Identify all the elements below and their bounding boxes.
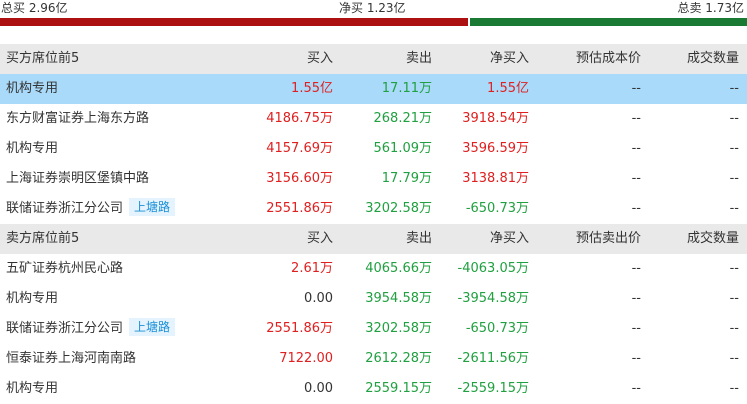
seat-name[interactable]: 机构专用: [6, 134, 58, 164]
seat-name[interactable]: 东方财富证券上海东方路: [6, 104, 149, 134]
buy-value: 2.61万: [291, 261, 333, 276]
summary-bar: 总买 2.96亿 净买 1.23亿 总卖 1.73亿: [0, 0, 747, 18]
volume-value: --: [729, 291, 739, 306]
table-row[interactable]: 东方财富证券上海东方路 4186.75万 268.21万 3918.54万 -- --: [0, 104, 747, 134]
header-buy: 买入: [306, 51, 333, 66]
buy-value: 3156.60万: [266, 171, 333, 186]
sell-value: 3202.58万: [365, 201, 432, 216]
table-row[interactable]: 机构专用 4157.69万 561.09万 3596.59万 -- --: [0, 134, 747, 164]
sell-value: 268.21万: [373, 111, 433, 126]
estimate-value: --: [631, 111, 641, 126]
buy-ratio-bar: [0, 18, 468, 26]
branch-tag: 上塘路: [129, 318, 176, 336]
total-sell-label: 总卖 1.73亿: [677, 1, 744, 15]
seat-name[interactable]: 恒泰证券上海河南南路: [6, 344, 136, 374]
sell-value: 3202.58万: [365, 321, 432, 336]
estimate-value: --: [631, 81, 641, 96]
table-row[interactable]: 恒泰证券上海河南南路 7122.00 2612.28万 -2611.56万 -- --: [0, 344, 747, 374]
header-seat: 卖方席位前5: [6, 231, 80, 246]
header-net: 净买入: [489, 231, 529, 246]
estimate-value: --: [631, 201, 641, 216]
buy-value: 4157.69万: [266, 141, 333, 156]
seat-name[interactable]: 联储证券浙江分公司 上塘路: [6, 194, 176, 224]
net-buy-value: -2611.56万: [457, 351, 529, 366]
net-buy-value: -650.73万: [465, 321, 529, 336]
seat-name-text: 恒泰证券上海河南南路: [6, 351, 137, 366]
total-buy-label: 总买 2.96亿: [1, 1, 68, 15]
sell-value: 17.79万: [381, 171, 432, 186]
seat-name[interactable]: 机构专用: [6, 74, 58, 104]
seat-name-text: 机构专用: [6, 141, 59, 156]
net-buy-value: 3596.59万: [462, 141, 529, 156]
volume-value: --: [729, 351, 739, 366]
sell-value: 17.11万: [381, 81, 432, 96]
seat-name[interactable]: 上海证券崇明区堡镇中路: [6, 164, 149, 194]
header-volume: 成交数量: [686, 231, 739, 246]
buy-table-header: 买方席位前5 买入 卖出 净买入 预估成本价 成交数量: [0, 44, 747, 74]
sell-value: 2612.28万: [365, 351, 432, 366]
buy-value: 4186.75万: [266, 111, 333, 126]
volume-value: --: [729, 111, 739, 126]
header-est-cost: 预估成本价: [575, 51, 641, 66]
net-buy-label: 净买 1.23亿: [339, 1, 406, 15]
buy-value: 2551.86万: [266, 201, 333, 216]
table-row[interactable]: 联储证券浙江分公司 上塘路 2551.86万 3202.58万 -650.73万 -- --: [0, 194, 747, 224]
buy-seats-table: 买方席位前5 买入 卖出 净买入 预估成本价 成交数量 机构专用 1.55亿 17.…: [0, 44, 747, 224]
seat-name[interactable]: 五矿证券杭州民心路: [6, 254, 123, 284]
net-buy-value: -650.73万: [465, 201, 529, 216]
header-net: 净买入: [489, 51, 529, 66]
seat-name-text: 上海证券崇明区堡镇中路: [6, 171, 150, 186]
net-buy-value: -4063.05万: [457, 261, 529, 276]
header-sell: 卖出: [405, 231, 432, 246]
branch-tag: 上塘路: [129, 198, 176, 216]
header-seat: 买方席位前5: [6, 51, 80, 66]
sell-seats-table: 卖方席位前5 买入 卖出 净买入 预估卖出价 成交数量 五矿证券杭州民心路 2.6…: [0, 224, 747, 404]
estimate-value: --: [631, 171, 641, 186]
estimate-value: --: [631, 141, 641, 156]
header-sell: 卖出: [405, 51, 432, 66]
buy-value: 1.55亿: [291, 81, 333, 96]
net-buy-value: 3138.81万: [462, 171, 529, 186]
sell-ratio-bar: [470, 18, 747, 26]
table-row[interactable]: 联储证券浙江分公司 上塘路 2551.86万 3202.58万 -650.73万 -- --: [0, 314, 747, 344]
seat-name-text: 联储证券浙江分公司: [6, 201, 124, 216]
seat-name-text: 机构专用: [6, 81, 59, 96]
seat-name-text: 东方财富证券上海东方路: [6, 111, 150, 126]
table-row[interactable]: 机构专用 0.00 3954.58万 -3954.58万 -- --: [0, 284, 747, 314]
estimate-value: --: [631, 291, 641, 306]
estimate-value: --: [631, 261, 641, 276]
volume-value: --: [729, 321, 739, 336]
sell-value: 3954.58万: [365, 291, 432, 306]
estimate-value: --: [631, 351, 641, 366]
buy-value: 0.00: [304, 291, 333, 306]
sell-value: 561.09万: [373, 141, 433, 156]
volume-value: --: [729, 141, 739, 156]
volume-value: --: [729, 261, 739, 276]
seat-name-text: 机构专用: [6, 381, 59, 396]
seat-name-text: 联储证券浙江分公司: [6, 321, 124, 336]
seat-name[interactable]: 机构专用: [6, 284, 58, 314]
volume-value: --: [729, 201, 739, 216]
net-buy-value: 3918.54万: [462, 111, 529, 126]
buy-value: 7122.00: [279, 351, 333, 366]
net-buy-value: 1.55亿: [487, 81, 529, 96]
table-row[interactable]: 机构专用 1.55亿 17.11万 1.55亿 -- --: [0, 74, 747, 104]
table-row[interactable]: 上海证券崇明区堡镇中路 3156.60万 17.79万 3138.81万 -- --: [0, 164, 747, 194]
header-est-price: 预估卖出价: [575, 231, 641, 246]
volume-value: --: [729, 81, 739, 96]
seat-name-text: 五矿证券杭州民心路: [6, 261, 124, 276]
seat-name-text: 机构专用: [6, 291, 59, 306]
volume-value: --: [729, 171, 739, 186]
estimate-value: --: [631, 321, 641, 336]
table-row[interactable]: 五矿证券杭州民心路 2.61万 4065.66万 -4063.05万 -- --: [0, 254, 747, 284]
net-buy-value: -3954.58万: [457, 291, 529, 306]
seat-name[interactable]: 联储证券浙江分公司 上塘路: [6, 314, 176, 344]
sell-value: 4065.66万: [365, 261, 432, 276]
header-volume: 成交数量: [686, 51, 739, 66]
buy-value: 2551.86万: [266, 321, 333, 336]
sell-table-header: 卖方席位前5 买入 卖出 净买入 预估卖出价 成交数量: [0, 224, 747, 254]
header-buy: 买入: [306, 231, 333, 246]
